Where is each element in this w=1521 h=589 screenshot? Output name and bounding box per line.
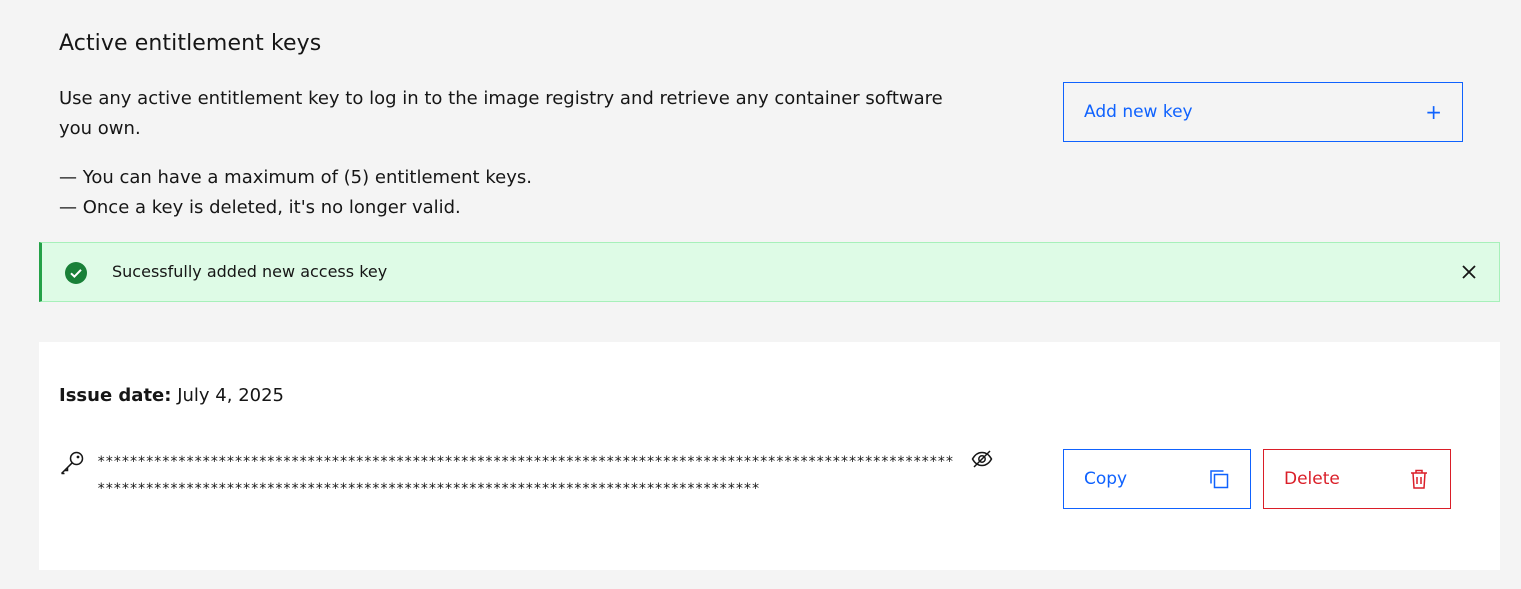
issue-date: Issue date: July 4, 2025 <box>59 382 284 410</box>
entitlement-keys-page: Active entitlement keys Use any active e… <box>0 0 1521 589</box>
delete-button[interactable]: Delete <box>1263 449 1451 509</box>
entitlement-key-card: Issue date: July 4, 2025 ***************… <box>39 342 1500 570</box>
add-new-key-label: Add new key <box>1084 102 1193 122</box>
view-off-icon[interactable] <box>970 447 994 471</box>
issue-date-value: July 4, 2025 <box>177 385 284 406</box>
copy-button[interactable]: Copy <box>1063 449 1251 509</box>
key-icon <box>59 450 85 476</box>
success-notification: Sucessfully added new access key <box>39 242 1500 302</box>
add-new-key-button[interactable]: Add new key + <box>1063 82 1463 142</box>
delete-label: Delete <box>1284 469 1340 489</box>
masked-key-value: ****************************************… <box>97 454 954 497</box>
plus-icon: + <box>1425 100 1442 124</box>
note-max-keys: — You can have a maximum of (5) entitlem… <box>59 167 532 188</box>
checkmark-filled-icon <box>64 261 88 285</box>
note-deleted-keys: — Once a key is deleted, it's no longer … <box>59 197 461 218</box>
section-description: Use any active entitlement key to log in… <box>59 88 943 139</box>
copy-label: Copy <box>1084 469 1128 489</box>
copy-icon <box>1208 468 1230 490</box>
trash-can-icon <box>1408 468 1430 490</box>
notification-message: Sucessfully added new access key <box>112 262 388 281</box>
notes-list: — You can have a maximum of (5) entitlem… <box>59 163 532 223</box>
page-title: Active entitlement keys <box>59 31 322 56</box>
close-icon[interactable] <box>1457 260 1481 284</box>
issue-date-label: Issue date: <box>59 385 172 406</box>
